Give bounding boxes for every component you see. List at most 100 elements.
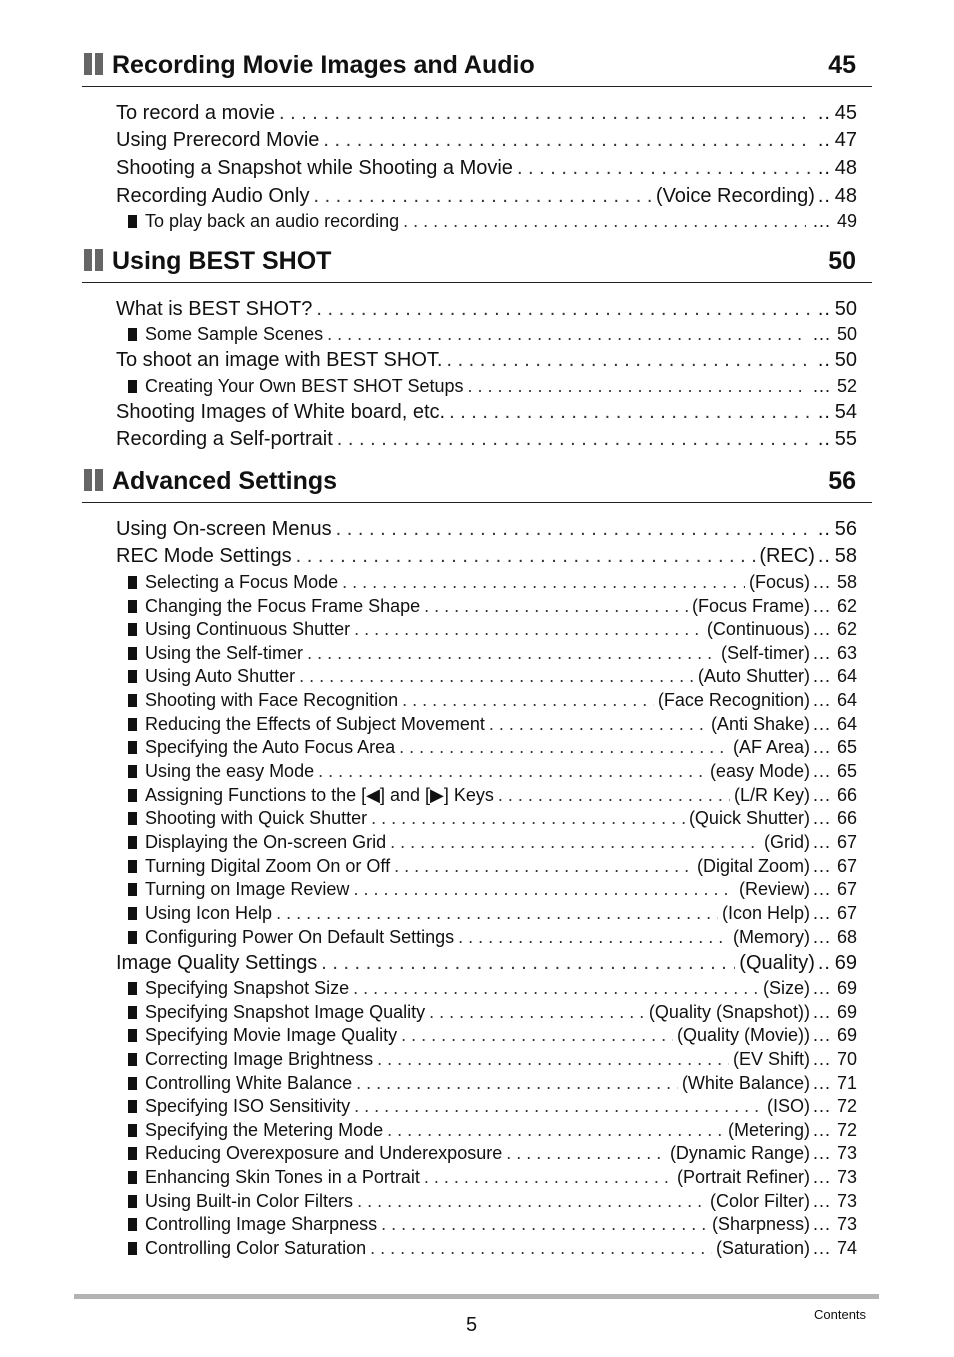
toc-entry[interactable]: Using Prerecord Movie..47 <box>116 128 857 152</box>
entry-page-number: 71 <box>836 1073 857 1093</box>
toc-subentry[interactable]: Specifying Snapshot Size (Size)... 69 <box>128 977 857 999</box>
entry-page-number: 67 <box>836 856 857 876</box>
entry-label: Specifying ISO Sensitivity <box>145 1096 351 1116</box>
dot-leader <box>506 1142 666 1164</box>
toc-subentry[interactable]: Enhancing Skin Tones in a Portrait (Portr… <box>128 1166 857 1188</box>
dot-leader-tail: .. <box>817 401 831 423</box>
dot-leader <box>307 642 717 664</box>
toc-subentry[interactable]: Changing the Focus Frame Shape (Focus Fra… <box>128 595 857 617</box>
entry-label: Displaying the On-screen Grid <box>145 832 387 852</box>
dot-leader-tail: ... <box>812 856 831 876</box>
square-bullet-icon <box>128 835 137 849</box>
toc-subentry[interactable]: Some Sample Scenes... 50 <box>128 323 857 345</box>
dot-leader-tail: .. <box>817 129 831 151</box>
toc-subentry[interactable]: Assigning Functions to the [◀] and [▶] K… <box>128 784 857 806</box>
square-bullet-icon <box>128 1099 137 1113</box>
dot-leader-tail: .. <box>817 349 831 371</box>
toc-entry[interactable]: Recording a Self-portrait..55 <box>116 427 857 451</box>
toc-subentry[interactable]: To play back an audio recording... 49 <box>128 210 857 232</box>
dot-leader-tail: ... <box>812 666 831 686</box>
toc-entry[interactable]: To shoot an image with BEST SHOT...50 <box>116 348 857 372</box>
toc-subentry[interactable]: Specifying ISO Sensitivity (ISO)... 72 <box>128 1095 857 1117</box>
entry-page-number: 55 <box>834 428 857 450</box>
section-heading[interactable]: Recording Movie Images and Audio 45 <box>82 50 872 87</box>
toc-entry[interactable]: Shooting Images of White board, etc...54 <box>116 400 857 424</box>
dot-leader <box>321 951 735 975</box>
entry-menu-reference: (Size) <box>762 978 810 998</box>
toc-subentry[interactable]: Specifying the Auto Focus Area (AF Area).… <box>128 736 857 758</box>
dot-leader-tail: ... <box>812 761 831 781</box>
toc-subentry[interactable]: Specifying Movie Image Quality (Quality (… <box>128 1024 857 1046</box>
entry-menu-reference: (Face Recognition) <box>657 690 810 710</box>
toc-page: Recording Movie Images and Audio 45 To rec… <box>0 0 954 1357</box>
dot-leader <box>353 977 759 999</box>
entry-menu-reference: (Metering) <box>727 1120 810 1140</box>
section-heading[interactable]: Advanced Settings 56 <box>82 466 872 503</box>
toc-entry[interactable]: REC Mode Settings (REC)..58 <box>116 544 857 568</box>
toc-subentry[interactable]: Using Continuous Shutter (Continuous)... 6… <box>128 618 857 640</box>
dot-leader-tail: ... <box>812 714 831 734</box>
toc-entry[interactable]: Image Quality Settings (Quality)..69 <box>116 951 857 975</box>
square-bullet-icon <box>128 811 137 825</box>
square-bullet-icon <box>128 622 137 636</box>
toc-subentry[interactable]: Using Icon Help (Icon Help)... 67 <box>128 902 857 924</box>
square-bullet-icon <box>128 788 137 802</box>
entry-label: Controlling Color Saturation <box>145 1238 367 1258</box>
toc-subentry[interactable]: Selecting a Focus Mode (Focus)... 58 <box>128 571 857 593</box>
dot-leader <box>489 713 707 735</box>
toc-entry[interactable]: Shooting a Snapshot while Shooting a Mov… <box>116 156 857 180</box>
entry-page-number: 50 <box>836 324 857 344</box>
entry-page-number: 62 <box>836 596 857 616</box>
toc-entry[interactable]: Using On-screen Menus..56 <box>116 517 857 541</box>
toc-subentry[interactable]: Configuring Power On Default Settings (Me… <box>128 926 857 948</box>
entry-page-number: 73 <box>836 1167 857 1187</box>
entry-label: Using Icon Help <box>145 903 273 923</box>
toc-entry[interactable]: To record a movie..45 <box>116 101 857 125</box>
dot-leader-tail: ... <box>812 1191 831 1211</box>
square-bullet-icon <box>128 1217 137 1231</box>
entry-page-number: 73 <box>836 1214 857 1234</box>
toc-subentry[interactable]: Turning on Image Review (Review)... 67 <box>128 878 857 900</box>
dot-leader-tail: ... <box>812 1002 831 1022</box>
toc-subentry[interactable]: Using the Self-timer (Self-timer)... 63 <box>128 642 857 664</box>
square-bullet-icon <box>128 693 137 707</box>
dot-leader <box>399 736 729 758</box>
toc-subentry[interactable]: Specifying the Metering Mode (Metering)..… <box>128 1119 857 1141</box>
entry-label: Using the Self-timer <box>145 643 304 663</box>
square-bullet-icon <box>128 1241 137 1255</box>
toc-subentry[interactable]: Creating Your Own BEST SHOT Setups... 52 <box>128 375 857 397</box>
entry-label: Configuring Power On Default Settings <box>145 927 455 947</box>
toc-subentry[interactable]: Using Built-in Color Filters (Color Filte… <box>128 1190 857 1212</box>
entry-page-number: 50 <box>834 349 857 371</box>
toc-entry[interactable]: Recording Audio Only (Voice Recording)..4… <box>116 184 857 208</box>
toc-subentry[interactable]: Reducing Overexposure and Underexposure (… <box>128 1142 857 1164</box>
toc-subentry[interactable]: Turning Digital Zoom On or Off (Digital Z… <box>128 855 857 877</box>
dot-leader <box>429 1001 645 1023</box>
entry-page-number: 69 <box>836 1002 857 1022</box>
toc-subentry[interactable]: Using the easy Mode (easy Mode)... 65 <box>128 760 857 782</box>
toc-subentry[interactable]: Controlling White Balance (White Balance)… <box>128 1072 857 1094</box>
toc-subentry[interactable]: Using Auto Shutter (Auto Shutter)... 64 <box>128 665 857 687</box>
square-bullet-icon <box>128 1170 137 1184</box>
entry-label: Shooting with Quick Shutter <box>145 808 368 828</box>
toc-subentry[interactable]: Specifying Snapshot Image Quality (Qualit… <box>128 1001 857 1023</box>
toc-subentry[interactable]: Shooting with Face Recognition (Face Reco… <box>128 689 857 711</box>
square-bullet-icon <box>128 1028 137 1042</box>
dot-leader-tail: ... <box>812 1120 831 1140</box>
toc-entry[interactable]: What is BEST SHOT?..50 <box>116 297 857 321</box>
toc-subentry[interactable]: Controlling Image Sharpness (Sharpness)..… <box>128 1213 857 1235</box>
entry-page-number: 67 <box>836 879 857 899</box>
toc-subentry[interactable]: Shooting with Quick Shutter (Quick Shutte… <box>128 807 857 829</box>
entry-menu-reference: (Grid) <box>763 832 810 852</box>
entry-menu-reference: (easy Mode) <box>709 761 810 781</box>
entry-label: Specifying Snapshot Image Quality <box>145 1002 426 1022</box>
section-heading[interactable]: Using BEST SHOT 50 <box>82 246 872 283</box>
dot-leader-tail: ... <box>812 1025 831 1045</box>
toc-subentry[interactable]: Reducing the Effects of Subject Movement… <box>128 713 857 735</box>
toc-subentry[interactable]: Controlling Color Saturation (Saturation)… <box>128 1237 857 1259</box>
entry-label: Specifying Movie Image Quality <box>145 1025 398 1045</box>
toc-subentry[interactable]: Displaying the On-screen Grid (Grid)... 67 <box>128 831 857 853</box>
entry-page-number: 69 <box>836 1025 857 1045</box>
toc-subentry[interactable]: Correcting Image Brightness (EV Shift)...… <box>128 1048 857 1070</box>
dot-leader-tail: .. <box>817 185 831 207</box>
